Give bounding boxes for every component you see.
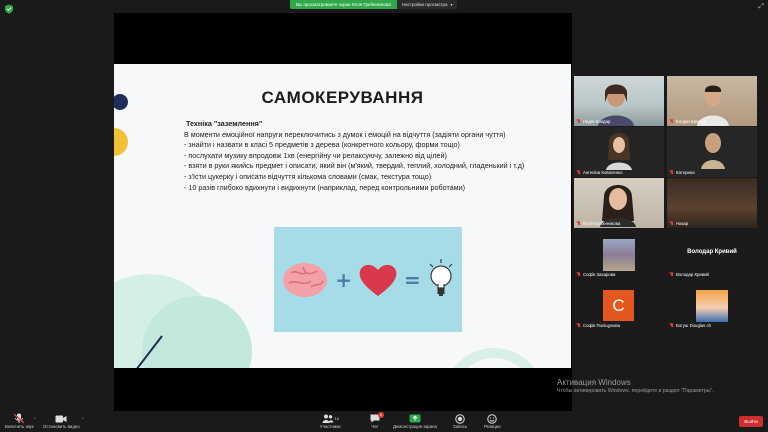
participant-person: [701, 133, 725, 169]
muted-mic-icon: [577, 119, 581, 124]
muted-mic-icon: [670, 323, 674, 328]
view-options-button[interactable]: Настройки просмотра ▾: [396, 0, 458, 9]
decorative-yellow-circle: [114, 128, 128, 156]
microphone-muted-icon: [13, 413, 25, 424]
participant-tile-active-speaker[interactable]: Юлія Гребеннікова: [574, 178, 664, 228]
plus-sign: +: [335, 267, 352, 292]
muted-mic-icon: [670, 170, 674, 175]
leave-meeting-button[interactable]: Выйти: [739, 416, 763, 427]
muted-mic-icon: [577, 170, 581, 175]
screen-share-banner: Вы просматриваете экран Юлія Гребенніков…: [290, 0, 458, 9]
muted-mic-icon: [670, 119, 674, 124]
slide-line: - послухати музику впродовж 1хв (енергій…: [184, 150, 447, 160]
muted-mic-icon: [577, 323, 581, 328]
brain-icon: [283, 262, 328, 297]
participant-avatar: [696, 290, 728, 322]
participant-name: Назар: [676, 221, 689, 226]
windows-activation-watermark: Активация Windows Чтобы активировать Win…: [557, 378, 714, 394]
video-options-caret[interactable]: ^: [82, 416, 84, 421]
view-options-label: Настройки просмотра: [401, 2, 448, 7]
participant-name: Юлія Гребеннікова: [583, 221, 621, 226]
participant-name: Богдан Шевчук: [676, 119, 706, 124]
participant-name: Ангеліна Коваленко: [583, 170, 623, 175]
participant-tile[interactable]: Володар Кривий Володар Кривий: [667, 229, 757, 279]
participant-tile[interactable]: Катерина: [667, 127, 757, 177]
participant-tile[interactable]: Надія Бондар: [574, 76, 664, 126]
smiley-add-icon: [487, 413, 497, 424]
watermark-subtitle: Чтобы активировать Windows, перейдите в …: [557, 388, 714, 394]
presentation-slide: САМОКЕРУВАННЯ Техніка "заземлення" В мом…: [114, 64, 571, 368]
chat-unread-badge: 1: [378, 412, 384, 418]
slide-body: Техніка "заземлення" В моменти емоційної…: [184, 119, 569, 193]
chat-label: Чат: [371, 424, 379, 429]
participant-tile[interactable]: Ангеліна Коваленко: [574, 127, 664, 177]
participant-name: Богуш Douglas ch: [676, 323, 712, 328]
fullscreen-icon[interactable]: ⤢: [758, 3, 764, 11]
reactions-label: Реакции: [484, 424, 501, 429]
muted-mic-icon: [577, 272, 581, 277]
participant-name: Надія Бондар: [583, 119, 611, 124]
slide-line: - з'їсти цукерку і описати відчуття кіль…: [184, 171, 432, 181]
participants-count: 10: [334, 416, 339, 421]
meeting-toolbar: Включить звук ^ Остановить видео ^ 10 Уч…: [0, 412, 768, 432]
brain-heart-idea-illustration: + =: [274, 227, 462, 332]
slide-line: В моменти емоційної напруги переключитис…: [184, 129, 506, 139]
participant-display-name: Володар Кривий: [687, 249, 737, 255]
lightbulb-icon: [429, 258, 453, 296]
shield-icon[interactable]: [4, 4, 14, 14]
stop-video-label: Остановить видео: [43, 424, 80, 429]
decorative-line: [136, 335, 163, 368]
participant-tile[interactable]: Софія Захарова: [574, 229, 664, 279]
audio-options-caret[interactable]: ^: [34, 416, 36, 421]
participant-initial-avatar: С: [603, 290, 634, 321]
unmute-button[interactable]: Включить звук: [5, 413, 34, 429]
participants-button[interactable]: 10 Участники: [320, 413, 341, 429]
muted-mic-icon: [670, 272, 674, 277]
share-screen-icon: [409, 414, 421, 423]
record-button[interactable]: Запись: [453, 413, 467, 429]
stop-video-button[interactable]: Остановить видео: [43, 413, 80, 429]
slide-line: - 10 разів глибоко вдихнути і видихнути …: [184, 182, 466, 192]
video-camera-icon: [55, 415, 67, 422]
participants-icon: [322, 414, 334, 423]
participants-label: Участники: [320, 424, 341, 429]
slide-heading: Техніка "заземлення": [186, 119, 263, 128]
share-screen-label: Демонстрация экрана: [393, 424, 437, 429]
slide-title: САМОКЕРУВАННЯ: [261, 88, 424, 107]
decorative-teal-ring: [444, 348, 544, 368]
participant-person: [606, 133, 632, 170]
participant-tile[interactable]: Назар: [667, 178, 757, 228]
muted-mic-icon: [577, 221, 581, 226]
slide-line: - знайти і назвати в класі 5 предметів з…: [184, 140, 460, 150]
participant-tile[interactable]: Богуш Douglas ch: [667, 280, 757, 330]
participant-avatar: [603, 239, 635, 271]
unmute-label: Включить звук: [5, 424, 34, 429]
reactions-button[interactable]: Реакции: [484, 413, 501, 429]
slide-line: - взяти в руки якийсь предмет і описати,…: [184, 161, 525, 171]
participant-name: Софія Поліщукова: [583, 323, 621, 328]
chevron-down-icon: ▾: [450, 2, 453, 7]
participant-name: Софія Захарова: [583, 272, 616, 277]
participant-tile[interactable]: С Софія Поліщукова: [574, 280, 664, 330]
record-label: Запись: [453, 424, 468, 429]
participant-name: Катерина: [676, 170, 695, 175]
chat-button[interactable]: 1 Чат: [370, 412, 384, 429]
equals-sign: =: [404, 267, 421, 292]
heart-icon: [359, 264, 397, 296]
watermark-title: Активация Windows: [557, 378, 631, 387]
record-icon: [455, 413, 465, 424]
muted-mic-icon: [670, 221, 674, 226]
share-screen-button[interactable]: Демонстрация экрана: [393, 413, 437, 429]
viewing-screen-label: Вы просматриваете экран Юлія Гребенніков…: [290, 0, 397, 9]
participant-tile[interactable]: Богдан Шевчук: [667, 76, 757, 126]
participant-name: Володар Кривий: [676, 272, 709, 277]
